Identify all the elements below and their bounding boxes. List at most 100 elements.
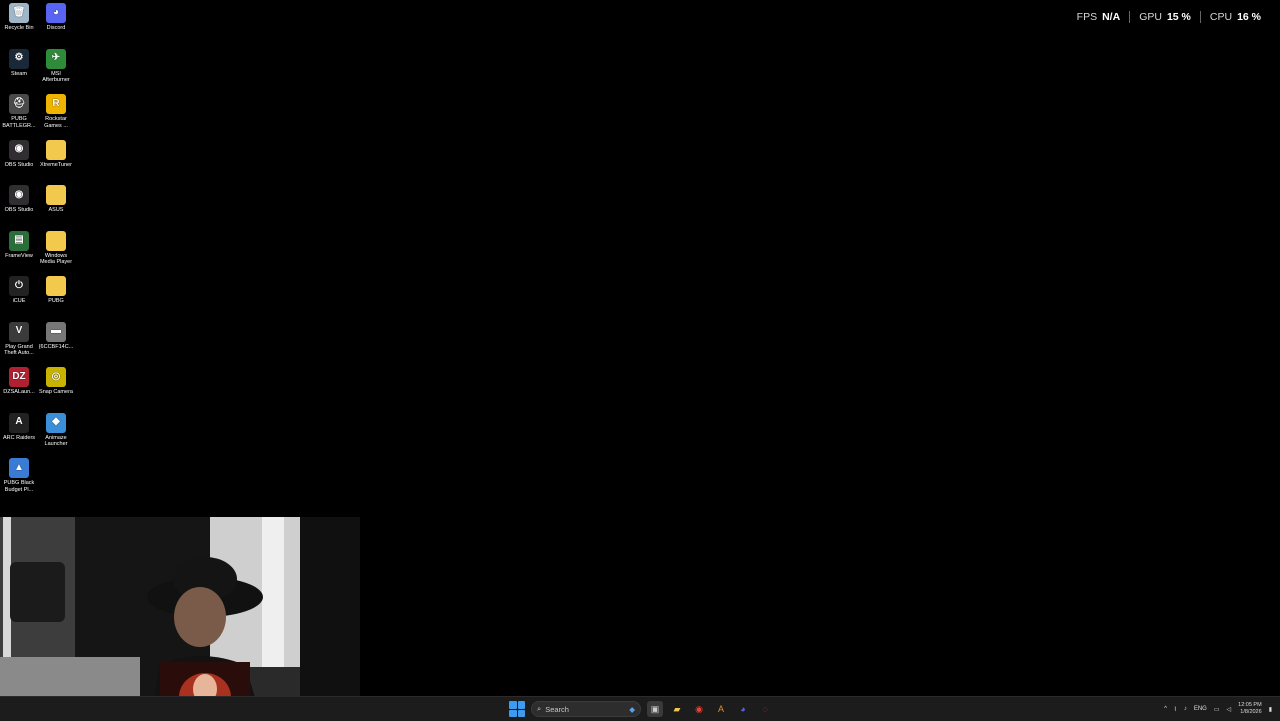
msi-afterburner-icon: ✈ [46,48,66,69]
desktop-shortcut-label: OBS Studio [4,207,34,213]
desktop-shortcut[interactable]: A ARC Raiders [0,410,38,442]
desktop-shortcut-label: MSI Afterburner [42,70,70,84]
desktop-shortcut-label: ASUS [48,207,64,213]
desktop-shortcut[interactable]: ▬ {6CCBF14C... [37,319,75,351]
discord-taskbar-icon[interactable]: ◕ [735,701,751,717]
chrome-icon[interactable]: ◉ [691,701,707,717]
desktop-shortcut-label: FrameView [5,252,33,259]
desktop-shortcut[interactable]: ▤ FrameView [0,228,38,260]
desktop-shortcut-label: DZSALaun... [3,389,35,395]
desktop-shortcut-label: Discord [46,25,66,31]
desktop-shortcut-label: ARC Raiders [2,434,36,441]
microphone-icon[interactable]: ♪ [1184,706,1187,712]
desktop-shortcut[interactable]: ▲ PUBG Black Budget Pl... [0,455,38,493]
search-icon: ⌕ [537,704,542,713]
desktop-shortcut[interactable]: ASUS [37,182,75,214]
task-view-icon[interactable]: ▣ [647,701,663,717]
language-indicator[interactable]: ENG [1194,706,1207,712]
desktop-shortcut-label: XtremeTuner [40,161,72,168]
folder-icon [46,139,66,160]
arc-raiders-icon: A [9,412,29,433]
taskbar: ⌕ Search ◆ ▣ ▰ ◉ A ◕ ◌ ^ ⌇ ♪ ENG ▭ ◁ 12:… [0,696,1280,721]
desktop-shortcut-label: Snap Camera [39,389,73,395]
snap-camera-icon: ◎ [46,367,66,387]
volume-icon[interactable]: ◁ [1227,706,1232,713]
gta-icon: V [9,321,29,342]
pubg-helmet-icon: ⛑ [9,94,29,114]
discord-icon: ◕ [46,3,66,23]
desktop-shortcut-label: Steam [11,70,27,77]
desktop-shortcut-label: PUBG [48,298,64,304]
desktop-shortcut[interactable]: XtremeTuner [37,137,75,169]
obs-icon: ◉ [9,139,29,160]
desktop-shortcut[interactable]: R Rockstar Games ... [37,91,75,129]
cpu-readout: CPU 16 % [1201,11,1270,23]
notification-icon[interactable]: ▮ [1269,706,1272,713]
desktop-shortcut-label: Play Grand Theft Auto... [4,343,34,357]
search-placeholder: Search [545,704,569,714]
desktop-shortcut-label: Recycle Bin [4,25,34,31]
dzsa-icon: DZ [9,367,29,387]
desktop-shortcut[interactable]: ⚙ Steam [0,46,38,78]
desktop-shortcut-label: PUBG BATTLEGR... [2,116,36,129]
desktop-shortcut-label: iCUE [12,298,26,304]
desktop-shortcut[interactable]: ✈ MSI Afterburner [37,46,75,84]
fps-label: FPS [1076,11,1098,23]
copilot-icon: ◆ [629,704,635,714]
desktop-shortcut[interactable]: ⛑ PUBG BATTLEGR... [0,91,38,129]
app-a-icon[interactable]: A [713,701,729,717]
desktop-shortcut-label: {6CCBF14C... [38,343,74,350]
desktop-shortcut[interactable]: ◆ Animaze Launcher [37,410,75,448]
icue-icon: ⏻ [9,276,29,296]
animaze-icon: ◆ [46,412,66,433]
folder-icon [46,230,66,251]
desktop-icon-grid: 🗑 Recycle Bin ◕ Discord ⚙ Steam ✈ MSI Afterburn… [0,0,80,520]
desktop-shortcut-label: PUBG Black Budget Pl... [3,480,35,493]
monitor-icon[interactable]: ▭ [1214,706,1220,713]
network-icon[interactable]: ⌇ [1174,706,1177,713]
clock[interactable]: 12:05 PM 1/8/2026 [1238,702,1262,716]
fps-value: N/A [1102,11,1121,23]
desktop-shortcut[interactable]: 🗑 Recycle Bin [0,0,38,32]
desktop-shortcut-label: Rockstar Games ... [44,116,68,129]
desktop-shortcut[interactable]: ⏻ iCUE [0,273,38,305]
obs-icon: ◉ [9,185,29,205]
rockstar-icon: R [46,94,66,114]
fps-readout: FPS N/A [1068,11,1130,23]
clock-date: 1/8/2026 [1240,709,1262,715]
taskbar-search-box[interactable]: ⌕ Search ◆ [531,701,641,717]
desktop-shortcut[interactable]: ◎ Snap Camera [37,364,75,396]
webcam-image [0,517,360,720]
desktop-shortcut[interactable]: V Play Grand Theft Auto... [0,319,38,357]
frameview-icon: ▤ [9,230,29,251]
cpu-value: 16 % [1237,11,1261,23]
desktop-shortcut[interactable]: DZ DZSALaun... [0,364,38,396]
desktop-shortcut[interactable]: Windows Media Player [37,228,75,266]
system-tray: ^ ⌇ ♪ ENG ▭ ◁ 12:05 PM 1/8/2026 ▮ [1164,700,1272,718]
desktop-shortcut-label: Windows Media Player [39,252,73,266]
gpu-value: 15 % [1166,11,1191,23]
desktop-shortcut[interactable]: ◉ OBS Studio [0,137,38,169]
start-button[interactable] [509,701,525,717]
folder-icon [46,185,66,205]
chevron-up-icon[interactable]: ^ [1164,706,1167,712]
gpu-readout: GPU 15 % [1130,11,1200,23]
gpu-label: GPU [1139,11,1162,23]
folder-icon [46,276,66,296]
desktop-shortcut[interactable]: PUBG [37,273,75,305]
taskbar-apps: ⌕ Search ◆ ▣ ▰ ◉ A ◕ ◌ [509,699,773,719]
clock-time: 12:05 PM [1238,702,1262,708]
desktop-shortcut-label: OBS Studio [4,161,34,168]
app-red-icon[interactable]: ◌ [757,701,773,717]
desktop-shortcut-label: Animaze Launcher [44,434,68,448]
desktop-shortcut[interactable]: ◉ OBS Studio [0,182,38,214]
recycle-bin-icon: 🗑 [9,3,29,23]
performance-overlay: FPS N/A GPU 15 % CPU 16 % [1068,11,1270,23]
webcam-feed [0,517,360,720]
cpu-label: CPU [1209,11,1233,23]
file-explorer-icon[interactable]: ▰ [669,701,685,717]
file-icon: ▬ [46,321,66,342]
steam-icon: ⚙ [9,48,29,69]
desktop-shortcut[interactable]: ◕ Discord [37,0,75,32]
pubg-black-budget-icon: ▲ [9,458,29,478]
